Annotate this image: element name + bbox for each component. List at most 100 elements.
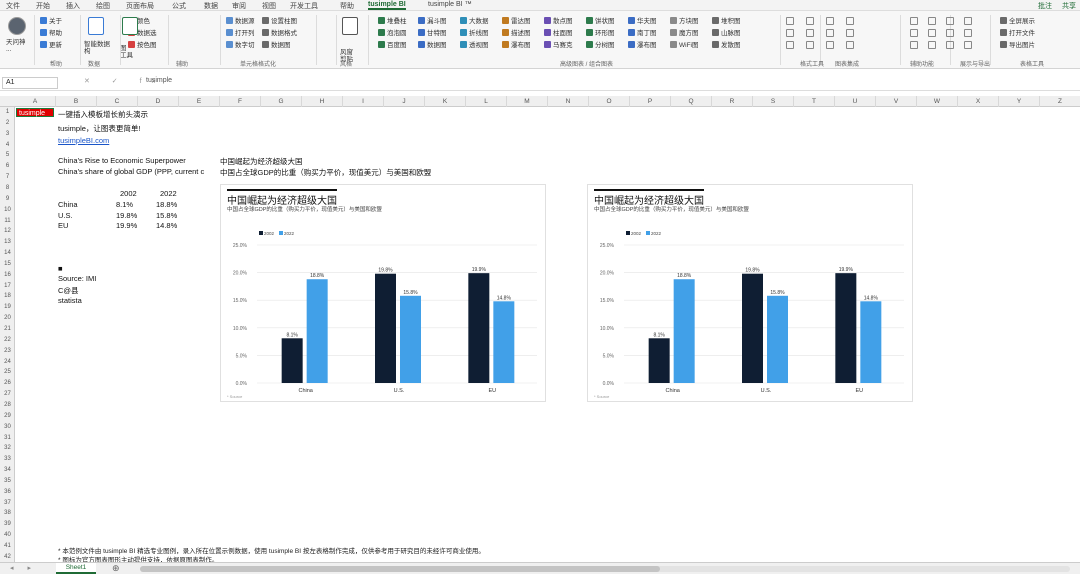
ribbon-user[interactable]: 天问神 ... bbox=[6, 39, 26, 53]
user-avatar[interactable] bbox=[8, 17, 26, 35]
col-header-U[interactable]: U bbox=[835, 96, 876, 107]
tool-icon[interactable] bbox=[964, 17, 972, 25]
row-header-4[interactable]: 4 bbox=[0, 141, 15, 149]
col-header-F[interactable]: F bbox=[220, 96, 261, 107]
tool-icon[interactable] bbox=[786, 41, 794, 49]
chart-1[interactable]: 中国崛起为经济超级大国 中国占全球GDP的比重（购买力平价，现值美元）与美国和欧… bbox=[220, 184, 546, 402]
share-button[interactable]: 共享 bbox=[1062, 3, 1076, 10]
btns_right1-1[interactable]: 打开文件 bbox=[1000, 27, 1035, 37]
btns_chart5-0[interactable]: 散点图 bbox=[544, 15, 573, 25]
row-header-34[interactable]: 34 bbox=[0, 466, 15, 474]
tool-icon[interactable] bbox=[846, 29, 854, 37]
tool-icon[interactable] bbox=[964, 29, 972, 37]
btns_data-0[interactable]: 数据源 bbox=[226, 15, 255, 25]
tool-icon[interactable] bbox=[806, 29, 814, 37]
row-header-10[interactable]: 10 bbox=[0, 206, 15, 214]
tool-icon[interactable] bbox=[910, 17, 918, 25]
row-header-22[interactable]: 22 bbox=[0, 336, 15, 344]
btns_data-2[interactable]: 数字切 bbox=[226, 39, 255, 49]
tab-11[interactable]: tusimple BI bbox=[368, 1, 406, 10]
tab-9[interactable]: 开发工具 bbox=[290, 1, 318, 11]
row-header-21[interactable]: 21 bbox=[0, 325, 15, 333]
btns_chart6-2[interactable]: 分树图 bbox=[586, 39, 615, 49]
row-header-42[interactable]: 42 bbox=[0, 553, 15, 561]
bar-China-2022[interactable] bbox=[673, 279, 695, 383]
row-header-1[interactable]: 1 bbox=[0, 108, 15, 116]
cell-f6[interactable]: 中国占全球GDP的比重（购买力平价，现值美元）与美国和欧盟 bbox=[220, 167, 431, 178]
btns_col1-1[interactable]: 帮助 bbox=[40, 27, 62, 37]
cell-a1[interactable]: tusimple bbox=[16, 108, 54, 117]
ribbon-btn_conditional[interactable]: 智能数据 构 bbox=[84, 41, 110, 55]
row-header-32[interactable]: 32 bbox=[0, 444, 15, 452]
tab-0[interactable]: 文件 bbox=[6, 1, 20, 11]
bar-U.S.-2002[interactable] bbox=[375, 273, 396, 383]
col-header-Y[interactable]: Y bbox=[999, 96, 1040, 107]
bar-U.S.-2022[interactable] bbox=[767, 295, 788, 383]
col-header-Z[interactable]: Z bbox=[1040, 96, 1080, 107]
row-header-7[interactable]: 7 bbox=[0, 173, 15, 181]
btns_col1-2[interactable]: 更新 bbox=[40, 39, 62, 49]
btns_chart8-0[interactable]: 方块图 bbox=[670, 15, 699, 25]
bar-China-2022[interactable] bbox=[306, 279, 328, 383]
table-cell-2022[interactable]: 14.8% bbox=[156, 221, 177, 230]
col-header-Q[interactable]: Q bbox=[671, 96, 712, 107]
row-header-20[interactable]: 20 bbox=[0, 314, 15, 322]
row-header-23[interactable]: 23 bbox=[0, 347, 15, 355]
row-header-31[interactable]: 31 bbox=[0, 434, 15, 442]
btns_chart4-1[interactable]: 描述图 bbox=[502, 27, 531, 37]
tool-icon[interactable] bbox=[786, 17, 794, 25]
tool-icon[interactable] bbox=[786, 29, 794, 37]
add-sheet-button[interactable]: ⊕ bbox=[112, 563, 120, 574]
sheet-tab[interactable]: Sheet1 bbox=[56, 563, 96, 574]
bar-EU-2002[interactable] bbox=[468, 273, 490, 383]
tool-icon[interactable] bbox=[910, 29, 918, 37]
col-header-X[interactable]: X bbox=[958, 96, 999, 107]
tool-icon[interactable] bbox=[946, 41, 954, 49]
row-header-30[interactable]: 30 bbox=[0, 423, 15, 431]
row-header-33[interactable]: 33 bbox=[0, 455, 15, 463]
col-header-N[interactable]: N bbox=[548, 96, 589, 107]
col-header-I[interactable]: I bbox=[343, 96, 384, 107]
bar-China-2002[interactable] bbox=[648, 338, 670, 383]
btns_chart3-2[interactable]: 透视图 bbox=[460, 39, 489, 49]
col-header-E[interactable]: E bbox=[179, 96, 220, 107]
row-header-39[interactable]: 39 bbox=[0, 520, 15, 528]
btns_chart6-1[interactable]: 环形图 bbox=[586, 27, 615, 37]
table-cell-2002[interactable]: 19.8% bbox=[116, 211, 137, 220]
row-header-18[interactable]: 18 bbox=[0, 292, 15, 300]
tab-6[interactable]: 数据 bbox=[204, 1, 218, 11]
cell-b5[interactable]: China's Rise to Economic Superpower bbox=[58, 156, 186, 165]
btns_chart2-2[interactable]: 数据图 bbox=[418, 39, 447, 49]
row-header-3[interactable]: 3 bbox=[0, 130, 15, 138]
col-header-A[interactable]: A bbox=[15, 96, 56, 107]
cell-f5[interactable]: 中国崛起为经济超级大国 bbox=[220, 156, 303, 167]
chart-2[interactable]: 中国崛起为经济超级大国 中国占全球GDP的比重（购买力平价，现值美元）与美国和欧… bbox=[587, 184, 913, 402]
col-header-L[interactable]: L bbox=[466, 96, 507, 107]
col-header-J[interactable]: J bbox=[384, 96, 425, 107]
bar-EU-2022[interactable] bbox=[493, 301, 515, 383]
scroll-thumb[interactable] bbox=[140, 566, 660, 572]
table-header-2022[interactable]: 2022 bbox=[160, 189, 177, 198]
tool-icon[interactable] bbox=[928, 29, 936, 37]
btns_chart5-1[interactable]: 柱面图 bbox=[544, 27, 573, 37]
row-header-38[interactable]: 38 bbox=[0, 509, 15, 517]
btns_chart7-2[interactable]: 瀑布图 bbox=[628, 39, 657, 49]
row-header-35[interactable]: 35 bbox=[0, 477, 15, 485]
btns_chart1-1[interactable]: 泡泡圆 bbox=[378, 27, 407, 37]
col-header-H[interactable]: H bbox=[302, 96, 343, 107]
tool-icon[interactable] bbox=[964, 41, 972, 49]
table-cell-2022[interactable]: 15.8% bbox=[156, 211, 177, 220]
row-header-5[interactable]: 5 bbox=[0, 151, 15, 159]
ribbon-btn_chart[interactable]: 图 工具 bbox=[120, 45, 133, 59]
tool-icon[interactable] bbox=[846, 41, 854, 49]
tab-4[interactable]: 页面布局 bbox=[126, 1, 154, 11]
btns_chart3-1[interactable]: 折线图 bbox=[460, 27, 489, 37]
tool-icon[interactable] bbox=[806, 17, 814, 25]
col-header-C[interactable]: C bbox=[97, 96, 138, 107]
tab-3[interactable]: 绘图 bbox=[96, 1, 110, 11]
btns_chart1-2[interactable]: 百度图 bbox=[378, 39, 407, 49]
cell-b16[interactable]: Source: IMI bbox=[58, 274, 96, 283]
row-header-6[interactable]: 6 bbox=[0, 162, 15, 170]
btns_chart7-0[interactable]: 华夫图 bbox=[628, 15, 657, 25]
cell-b6[interactable]: China's share of global GDP (PPP, curren… bbox=[58, 167, 204, 176]
